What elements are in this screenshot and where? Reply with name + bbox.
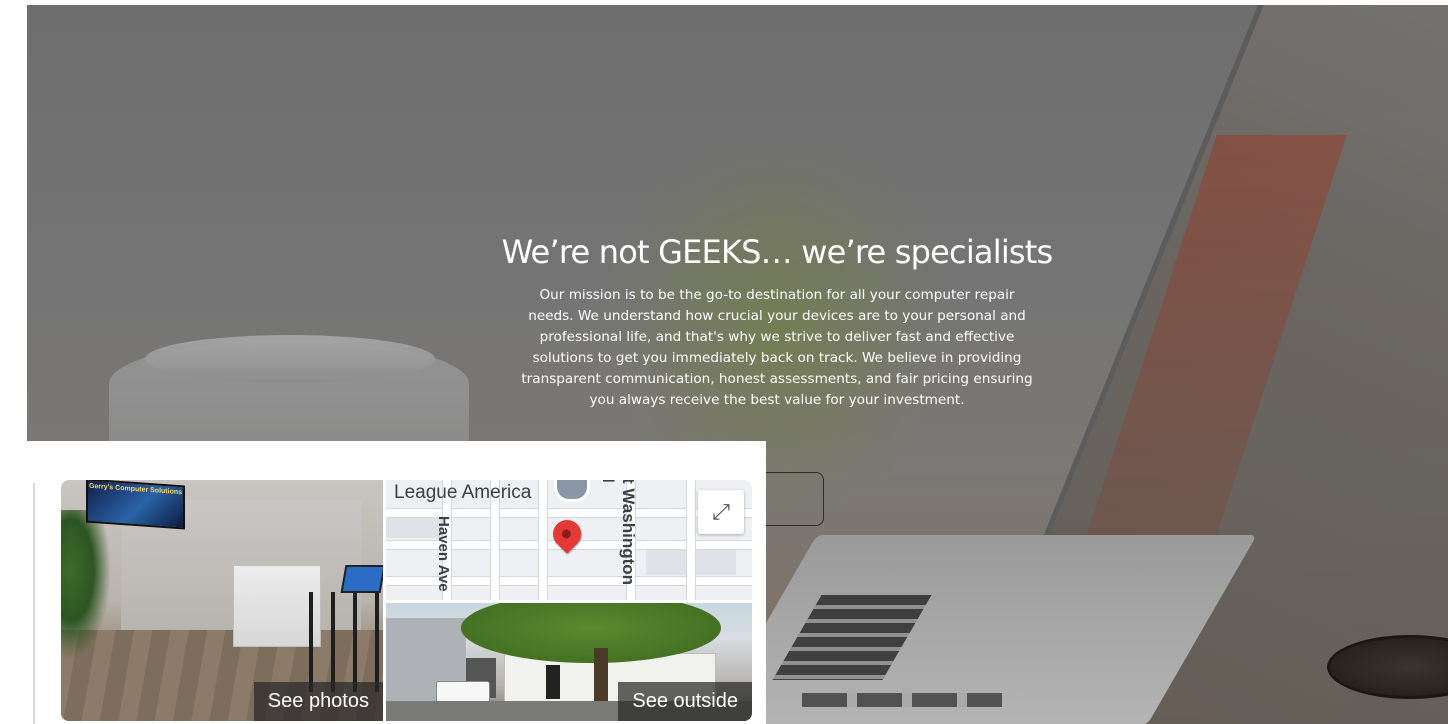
photos-tile[interactable]: Gerry's Computer Solutions See photos: [61, 480, 383, 721]
map-tile[interactable]: League America Haven Ave t Washington I …: [386, 480, 752, 600]
shop-door: [546, 665, 560, 699]
tv-sign: Gerry's Computer Solutions: [86, 480, 185, 530]
see-photos-button[interactable]: See photos: [253, 682, 383, 721]
street-view-tile[interactable]: See outside: [386, 603, 752, 721]
office-plant: [61, 510, 111, 660]
expand-map-button[interactable]: ⤢: [698, 490, 744, 534]
bar-stools: [309, 592, 383, 692]
map-road: [686, 480, 696, 600]
tree-trunk: [594, 648, 608, 708]
coffee-cup-rim: [145, 335, 435, 383]
map-road: [538, 480, 548, 600]
see-outside-button[interactable]: See outside: [618, 682, 752, 721]
hero-content: We’re not GEEKS… we’re specialists Our m…: [467, 233, 1087, 411]
poi-marker-icon: [554, 480, 590, 502]
reception-desk: [233, 565, 321, 647]
desk-laptop: [340, 565, 383, 593]
map-label-haven-ave: Haven Ave: [435, 516, 452, 592]
map-label-league-america: League America: [394, 482, 532, 503]
tv-sign-text: Gerry's Computer Solutions: [88, 482, 183, 497]
pin-dot: [559, 527, 573, 541]
expand-icon: ⤢: [712, 499, 730, 524]
card-divider: [33, 483, 35, 724]
hero-title: We’re not GEEKS… we’re specialists: [501, 233, 1054, 271]
hero-description: Our mission is to be the go-to destinati…: [521, 287, 1033, 408]
map-label-washington: t Washington I: [599, 480, 638, 586]
laptop-ports: [802, 693, 1002, 707]
